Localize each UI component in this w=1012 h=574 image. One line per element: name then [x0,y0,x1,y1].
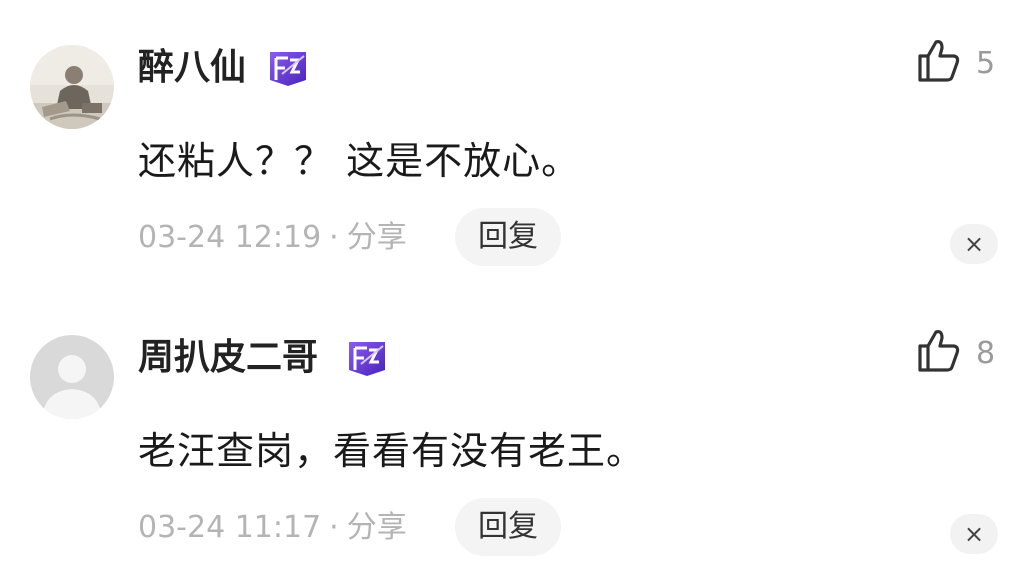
comment-meta: 03-24 12:19 · 分享 [138,216,407,260]
default-user-avatar-image [30,335,114,419]
like-count: 8 [976,336,996,371]
comment-text: 老汪查岗，看看有没有老王。 [138,429,646,473]
comment-text: 还粘人？？ 这是不放心。 [138,139,581,183]
thumbs-up-icon[interactable] [914,36,962,84]
close-icon[interactable]: × [950,224,998,264]
avatar[interactable] [30,335,114,419]
timestamp: 03-24 11:17 [138,510,322,545]
comment-meta: 03-24 11:17 · 分享 [138,506,407,550]
level-badge-icon [345,340,389,378]
comment-item: 醉八仙 5 还粘人？？ 这是不放心。 03-24 12:19 · 分享 回复 × [0,0,1012,284]
share-link[interactable]: 分享 [347,510,407,545]
reply-button[interactable]: 回复 [455,498,561,556]
like-count: 5 [976,46,996,81]
comment-item: 周扒皮二哥 8 老汪查岗，看看有没有老王。 03-24 11:17 · 分享 回复 … [0,290,1012,574]
username[interactable]: 醉八仙 [138,44,246,92]
share-link[interactable]: 分享 [347,220,407,255]
timestamp: 03-24 12:19 [138,220,322,255]
avatar[interactable] [30,45,114,129]
meta-separator: · [329,220,339,255]
meta-separator: · [329,510,339,545]
close-icon[interactable]: × [950,514,998,554]
level-badge-icon [266,50,310,88]
reply-button[interactable]: 回复 [455,208,561,266]
thumbs-up-icon[interactable] [914,326,962,374]
username[interactable]: 周扒皮二哥 [138,334,318,382]
photo-avatar-image [30,45,114,129]
